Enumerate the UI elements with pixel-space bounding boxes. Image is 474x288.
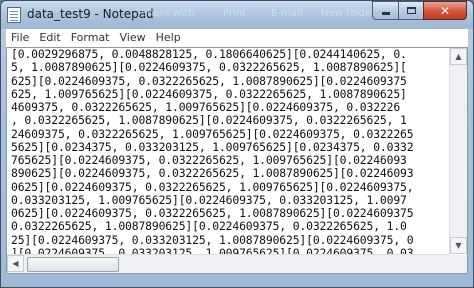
notepad-window: data_test9 - Notepad Share with Print E-… (0, 0, 474, 288)
scroll-down-icon[interactable]: ▼ (450, 237, 467, 254)
text-line: 0625][0.0224609375, 0.0322265625, 1.0087… (11, 206, 414, 220)
text-line: 0.033203125, 1.009765625][0.0224609375, … (11, 192, 407, 207)
menu-format[interactable]: Format (66, 29, 115, 47)
maximize-button[interactable] (398, 1, 423, 20)
text-line: 24609375, 0.0322265625, 1.009765625][0.0… (11, 126, 414, 141)
title-bar[interactable]: data_test9 - Notepad Share with Print E-… (1, 1, 473, 29)
background-print: Print (223, 8, 247, 19)
close-button[interactable]: ✕ (423, 1, 467, 20)
text-line: [0.0029296875, 0.0048828125, 0.180664062… (11, 48, 407, 61)
background-share-with: Share with (141, 8, 195, 19)
background-new-folder: New folder (321, 8, 376, 19)
background-email: E-mail (271, 8, 303, 19)
text-line: 765625][0.0224609375, 0.0322265625, 1.00… (11, 153, 407, 167)
text-editor[interactable]: [0.0029296875, 0.0048828125, 0.180664062… (11, 48, 449, 254)
menu-view[interactable]: View (115, 29, 151, 47)
scrollbar-corner (450, 255, 467, 273)
scroll-left-icon[interactable]: ◀ (7, 255, 24, 272)
caption-buttons: ✕ (372, 1, 467, 20)
window-title: data_test9 - Notepad (27, 7, 154, 21)
text-line: , 0.0322265625, 1.0087890625][0.02246093… (11, 113, 407, 128)
text-line: ][0.0224609375, 0.033203125, 1.009765625… (11, 245, 414, 254)
minimize-button[interactable] (372, 1, 398, 20)
text-line: 4609375, 0.0322265625, 1.009765625][0.02… (11, 100, 401, 114)
text-line: 0.0322265625, 1.0087890625][0.0224609375… (11, 219, 407, 234)
vertical-scrollbar[interactable]: ▲ ▼ (449, 48, 467, 254)
scroll-up-icon[interactable]: ▲ (450, 48, 467, 65)
text-line: 0625][0.0224609375, 0.0322265625, 1.0097… (11, 179, 414, 194)
menu-bar: File Edit Format View Help (6, 29, 468, 48)
text-line: 25][0.0224609375, 0.033203125, 1.0087890… (11, 232, 414, 247)
close-icon: ✕ (439, 3, 451, 18)
text-line: 625, 1.009765625][0.0224609375, 0.032226… (11, 86, 407, 101)
horizontal-scroll-thumb[interactable] (27, 257, 119, 272)
text-line: 625][0.0224609375, 0.0322265625, 1.00878… (11, 73, 407, 88)
menu-help[interactable]: Help (151, 29, 186, 47)
minimize-icon (381, 12, 390, 15)
editor-client: [0.0029296875, 0.0048828125, 0.180664062… (6, 47, 468, 274)
text-line: 890625][0.0224609375, 0.0322265625, 1.00… (11, 166, 414, 181)
text-line: 5625][0.0234375, 0.033203125, 1.00976562… (11, 139, 414, 154)
menu-edit[interactable]: Edit (34, 29, 65, 47)
notepad-icon[interactable] (7, 7, 21, 23)
text-line: 5, 1.0087890625][0.0224609375, 0.0322265… (11, 60, 407, 75)
horizontal-scrollbar[interactable]: ◀ (7, 254, 450, 273)
menu-file[interactable]: File (6, 29, 34, 47)
maximize-icon (406, 7, 416, 14)
